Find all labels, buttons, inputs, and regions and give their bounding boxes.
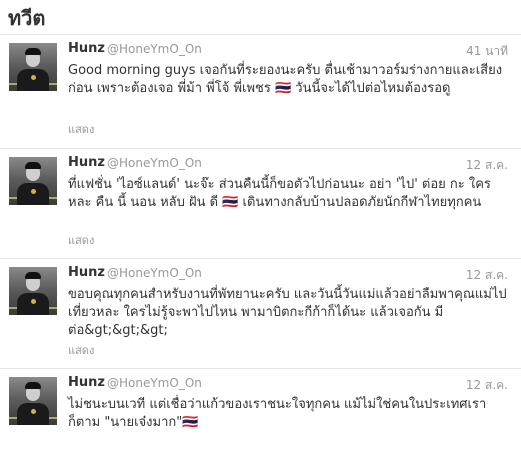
avatar[interactable] — [9, 267, 57, 315]
tweet-author-name[interactable]: Hunz — [68, 155, 105, 170]
tweet-timestamp[interactable]: 12 ส.ค. — [466, 156, 508, 175]
tweet-text: ไม่ชนะบนเวที แต่เชื่อว่าแก้วของเราชนะใจท… — [68, 397, 487, 430]
tweet-author-name[interactable]: Hunz — [68, 265, 105, 280]
tweet-text: ที่แฟชั่น 'ไอซ์แลนด์' นะจ๊ะ ส่วนคืนนี้ก็… — [68, 177, 491, 210]
tweet-timestamp[interactable]: 41 นาที — [466, 42, 508, 61]
expand-link[interactable]: แสดง — [68, 231, 94, 249]
expand-link[interactable]: แสดง — [68, 120, 94, 138]
tweet-author-name[interactable]: Hunz — [68, 41, 105, 56]
tweet-item[interactable]: Hunz @HoneYmO_On 12 ส.ค. ขอบคุณทุกคนสำหร… — [0, 258, 521, 369]
tweet-item[interactable]: Hunz @HoneYmO_On 41 นาที Good morning gu… — [0, 34, 521, 149]
tweet-timestamp[interactable]: 12 ส.ค. — [466, 376, 508, 395]
expand-link[interactable]: แสดง — [68, 341, 94, 359]
tweet-text: ขอบคุณทุกคนสำหรับงานที่พัทยานะครับ และวั… — [68, 287, 507, 338]
avatar[interactable] — [9, 157, 57, 205]
tweet-author-handle[interactable]: @HoneYmO_On — [107, 266, 202, 280]
tweet-author-handle[interactable]: @HoneYmO_On — [107, 42, 202, 56]
timeline-header: ทวีต — [0, 0, 521, 34]
tweet-text: Good morning guys เจอกันที่ระยองนะครับ ต… — [68, 63, 503, 96]
tweet-author-handle[interactable]: @HoneYmO_On — [107, 376, 202, 390]
avatar[interactable] — [9, 43, 57, 91]
tweet-author-handle[interactable]: @HoneYmO_On — [107, 156, 202, 170]
page-title: ทวีต — [8, 6, 46, 30]
tweet-timestamp[interactable]: 12 ส.ค. — [466, 266, 508, 285]
tweet-author-name[interactable]: Hunz — [68, 375, 105, 390]
tweet-item[interactable]: Hunz @HoneYmO_On 12 ส.ค. ไม่ชนะบนเวที แต… — [0, 368, 521, 473]
tweet-item[interactable]: Hunz @HoneYmO_On 12 ส.ค. ที่แฟชั่น 'ไอซ์… — [0, 148, 521, 259]
avatar[interactable] — [9, 377, 57, 425]
